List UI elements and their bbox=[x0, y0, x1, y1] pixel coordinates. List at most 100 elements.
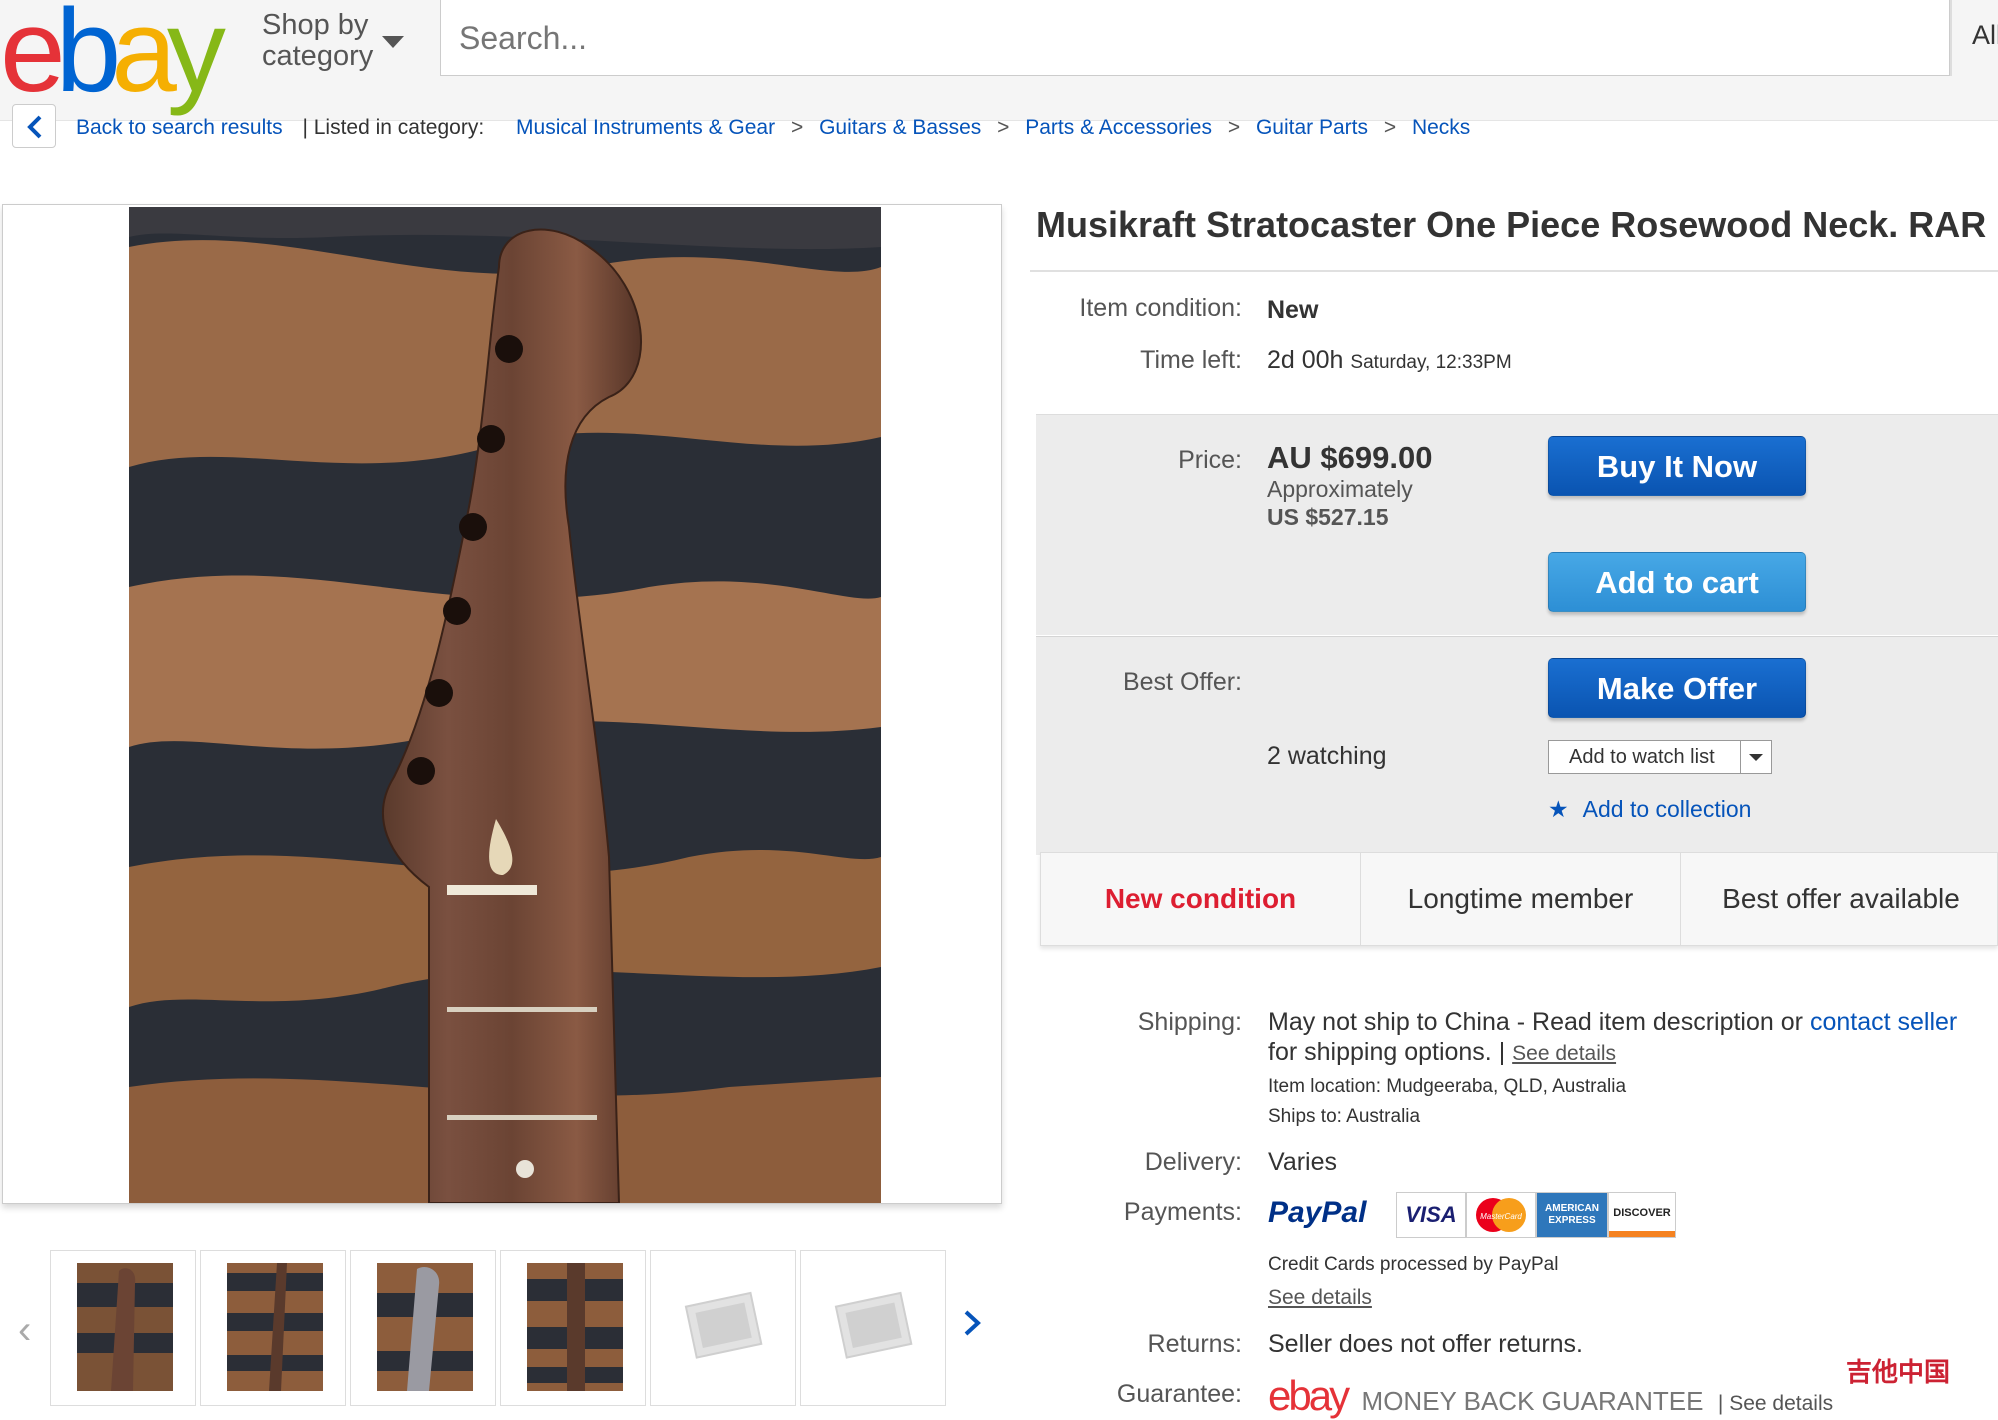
watch-list-dropdown[interactable] bbox=[1740, 741, 1771, 773]
main-product-image[interactable] bbox=[2, 204, 1002, 1204]
breadcrumb-separator: > bbox=[1227, 116, 1241, 139]
returns-label: Returns: bbox=[1147, 1330, 1242, 1358]
thumbnail-placeholder[interactable] bbox=[800, 1250, 946, 1406]
site-watermark: 吉他中国 bbox=[1846, 1357, 1951, 1387]
watch-list-label: Add to watch list bbox=[1569, 746, 1715, 768]
best-offer-label: Best Offer: bbox=[1122, 668, 1242, 696]
category-select[interactable]: All bbox=[1972, 20, 1998, 51]
thumbnail-image bbox=[77, 1263, 173, 1391]
shipping-see-details-link[interactable]: See details bbox=[1512, 1042, 1616, 1065]
feature-longtime-member: Longtime member bbox=[1361, 853, 1681, 945]
breadcrumb-link-necks[interactable]: Necks bbox=[1412, 116, 1470, 139]
breadcrumb-separator: > bbox=[1383, 116, 1397, 139]
discover-label: DISCOVER bbox=[1613, 1207, 1671, 1219]
logo-letter-b: b bbox=[55, 0, 122, 117]
item-location: Item location: Mudgeeraba, QLD, Australi… bbox=[1268, 1076, 1627, 1097]
thumbnail[interactable] bbox=[200, 1250, 346, 1406]
time-left-end: Saturday, 12:33PM bbox=[1350, 352, 1512, 373]
feature-strip: New condition Longtime member Best offer… bbox=[1040, 852, 1998, 946]
logo-letter-e: e bbox=[0, 0, 66, 117]
chevron-left-icon[interactable]: ‹ bbox=[18, 1308, 31, 1353]
shop-by-label: Shop by bbox=[262, 9, 369, 41]
thumbnail-image bbox=[527, 1263, 623, 1391]
breadcrumb-link-parts-accessories[interactable]: Parts & Accessories bbox=[1025, 116, 1212, 139]
breadcrumb-link-musical-instruments[interactable]: Musical Instruments & Gear bbox=[516, 116, 775, 139]
visa-label: VISA bbox=[1405, 1202, 1457, 1227]
delivery-value: Varies bbox=[1268, 1148, 1338, 1176]
image-placeholder-icon bbox=[684, 1291, 763, 1359]
search-input[interactable] bbox=[457, 14, 1861, 62]
returns-value: Seller does not offer returns. bbox=[1268, 1330, 1583, 1358]
shipping-label: Shipping: bbox=[1137, 1008, 1242, 1036]
shipping-options-text: for shipping options. | bbox=[1268, 1038, 1506, 1066]
paypal-wordmark: PayPal bbox=[1268, 1196, 1367, 1229]
shipping-line-1: May not ship to China - Read item descri… bbox=[1268, 1008, 1957, 1037]
discover-stripe bbox=[1609, 1231, 1675, 1237]
category-label: category bbox=[262, 40, 374, 72]
shipping-line-2: for shipping options. | See details bbox=[1268, 1038, 1616, 1067]
payments-see-details-link[interactable]: See details bbox=[1268, 1286, 1372, 1310]
watching-count: 2 watching bbox=[1267, 742, 1387, 770]
time-left-label: Time left: bbox=[1140, 346, 1242, 374]
chevron-down-icon bbox=[1749, 754, 1763, 761]
buy-it-now-button[interactable]: Buy It Now bbox=[1548, 436, 1806, 496]
add-to-collection-label: Add to collection bbox=[1582, 796, 1752, 822]
breadcrumb-link-guitar-parts[interactable]: Guitar Parts bbox=[1256, 116, 1368, 139]
guarantee-text: MONEY BACK GUARANTEE bbox=[1361, 1386, 1704, 1416]
breadcrumb: Back to search results | Listed in categ… bbox=[76, 116, 1470, 140]
thumbnail[interactable] bbox=[350, 1250, 496, 1406]
back-button[interactable] bbox=[12, 104, 56, 148]
back-to-search-link[interactable]: Back to search results bbox=[76, 116, 283, 139]
ebay-guarantee-logo: ebay bbox=[1268, 1372, 1350, 1419]
contact-seller-link[interactable]: contact seller bbox=[1810, 1008, 1957, 1036]
ships-to: Ships to: Australia bbox=[1268, 1106, 1421, 1127]
chevron-left-icon bbox=[27, 115, 42, 139]
condition-label: Item condition: bbox=[1079, 294, 1242, 322]
add-to-watch-list-button[interactable]: Add to watch list bbox=[1548, 740, 1772, 774]
make-offer-button[interactable]: Make Offer bbox=[1548, 658, 1806, 718]
add-to-cart-button[interactable]: Add to cart bbox=[1548, 552, 1806, 612]
mastercard-icon: MasterCard bbox=[1466, 1192, 1536, 1238]
guitar-neck-photo bbox=[129, 207, 881, 1203]
feature-new-condition: New condition bbox=[1041, 853, 1361, 945]
delivery-label: Delivery: bbox=[1144, 1148, 1242, 1176]
guarantee-label: Guarantee: bbox=[1116, 1380, 1242, 1408]
condition-value: New bbox=[1267, 296, 1319, 324]
paypal-logo: PayPal bbox=[1268, 1196, 1366, 1230]
approx-price: US $527.15 bbox=[1267, 504, 1389, 530]
approx-label: Approximately bbox=[1267, 476, 1413, 502]
breadcrumb-link-guitars-basses[interactable]: Guitars & Basses bbox=[819, 116, 981, 139]
ebay-logo[interactable]: ebay bbox=[0, 0, 226, 117]
visa-card-icon: VISA bbox=[1396, 1192, 1466, 1238]
shop-by-category-button[interactable]: Shop by category bbox=[262, 10, 373, 72]
time-left-value: 2d 00h Saturday, 12:33PM bbox=[1267, 346, 1512, 375]
thumbnail[interactable] bbox=[500, 1250, 646, 1406]
search-box bbox=[440, 0, 1950, 76]
breadcrumb-separator: > bbox=[790, 116, 804, 139]
add-to-collection-link[interactable]: ★ Add to collection bbox=[1548, 796, 1751, 823]
discover-card-icon: DISCOVER bbox=[1608, 1192, 1676, 1238]
shipping-text: May not ship to China - Read item descri… bbox=[1268, 1008, 1803, 1036]
logo-letter-y: y bbox=[166, 0, 226, 117]
divider bbox=[1030, 270, 1998, 272]
amex-label: AMERICAN EXPRESS bbox=[1545, 1203, 1599, 1226]
divider bbox=[1950, 0, 1952, 76]
chevron-right-icon[interactable] bbox=[962, 1308, 982, 1343]
credit-card-note: Credit Cards processed by PayPal bbox=[1268, 1254, 1559, 1275]
thumbnail-placeholder[interactable] bbox=[650, 1250, 796, 1406]
money-back-guarantee-badge[interactable]: ebay MONEY BACK GUARANTEE | See details bbox=[1268, 1372, 1833, 1420]
chevron-down-icon[interactable] bbox=[382, 36, 404, 48]
guarantee-see-details-link[interactable]: | See details bbox=[1718, 1392, 1833, 1415]
price-value: AU $699.00 bbox=[1267, 440, 1433, 475]
item-title: Musikraft Stratocaster One Piece Rosewoo… bbox=[1036, 204, 1987, 245]
payments-label: Payments: bbox=[1123, 1198, 1242, 1226]
mastercard-logo: MasterCard bbox=[1476, 1198, 1526, 1232]
listed-in-label: | Listed in category: bbox=[302, 116, 485, 139]
amex-card-icon: AMERICAN EXPRESS bbox=[1536, 1192, 1608, 1238]
mastercard-label: MasterCard bbox=[1480, 1212, 1522, 1221]
thumbnail-image bbox=[377, 1263, 473, 1391]
star-icon: ★ bbox=[1548, 796, 1569, 822]
feature-best-offer: Best offer available bbox=[1722, 883, 1960, 914]
thumbnail[interactable] bbox=[50, 1250, 196, 1406]
thumbnail-image bbox=[227, 1263, 323, 1391]
